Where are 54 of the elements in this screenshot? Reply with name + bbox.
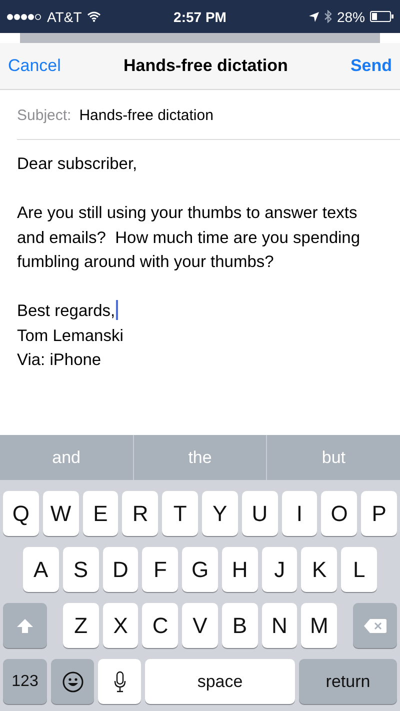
microphone-icon [114, 670, 126, 692]
letter-key[interactable]: C [142, 603, 178, 648]
letter-key[interactable]: R [122, 491, 158, 536]
letter-key[interactable]: U [242, 491, 278, 536]
letter-key[interactable]: O [321, 491, 358, 536]
letter-key[interactable]: E [82, 491, 118, 536]
numbers-key[interactable]: 123 [3, 659, 47, 704]
battery-percentage: 28% [336, 8, 365, 24]
smiley-icon [62, 670, 84, 692]
message-text: Via: iPhone [17, 351, 102, 369]
letter-key[interactable]: P [361, 491, 397, 536]
letter-key[interactable]: Q [3, 491, 39, 536]
letter-key[interactable]: Y [202, 491, 238, 536]
letter-key[interactable]: A [23, 547, 59, 592]
letter-key[interactable]: D [102, 547, 138, 592]
letter-key[interactable]: B [222, 603, 258, 648]
compose-title: Hands-free dictation [124, 56, 288, 76]
text-cursor [116, 300, 118, 320]
battery-icon [370, 11, 394, 22]
cancel-button[interactable]: Cancel [8, 56, 61, 76]
location-arrow-icon [308, 12, 319, 22]
letter-key[interactable]: V [182, 603, 218, 648]
space-key[interactable]: space [145, 659, 295, 704]
message-text: Dear subscriber, [17, 155, 138, 173]
letter-key[interactable]: L [341, 547, 378, 592]
shift-arrow-icon [16, 618, 34, 634]
bluetooth-icon [324, 10, 332, 23]
carrier-name: AT&T [47, 8, 82, 24]
message-text: Best regards, [17, 302, 116, 320]
letter-key[interactable]: F [142, 547, 178, 592]
return-key[interactable]: return [299, 659, 397, 704]
emoji-key[interactable] [51, 659, 94, 704]
letter-key[interactable]: Z [63, 603, 99, 648]
subject-label: Subject: [17, 107, 72, 124]
clock-time: 2:57 PM [174, 8, 226, 24]
letter-key[interactable]: N [262, 603, 298, 648]
message-text: Tom Lemanski [17, 326, 124, 344]
message-text: Are you still using your thumbs to answer texts and emails? How much time are you spending fumbling around with your thumbs? [17, 204, 362, 271]
dictation-key[interactable] [98, 659, 141, 704]
letter-key[interactable]: T [162, 491, 198, 536]
subject-field[interactable]: Hands-free dictation [79, 107, 214, 124]
signal-icon [6, 12, 42, 20]
letter-key[interactable]: M [301, 603, 338, 648]
backspace-icon [363, 618, 387, 634]
wifi-icon [86, 11, 101, 22]
letter-key[interactable]: K [301, 547, 338, 592]
letter-key[interactable]: G [182, 547, 218, 592]
letter-key[interactable]: W [42, 491, 79, 536]
letter-key[interactable]: H [222, 547, 258, 592]
letter-key[interactable]: I [282, 491, 318, 536]
letter-key[interactable]: J [262, 547, 298, 592]
letter-key[interactable]: S [62, 547, 99, 592]
letter-key[interactable]: X [102, 603, 138, 648]
send-button[interactable]: Send [350, 56, 392, 76]
